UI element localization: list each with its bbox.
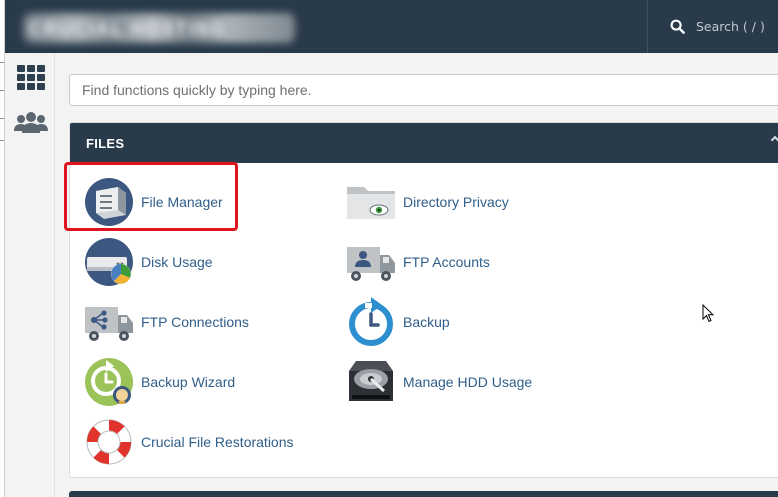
crucial-file-restorations-label: Crucial File Restorations [141, 434, 294, 450]
file-manager-link[interactable]: File Manager [84, 177, 223, 227]
ftp-connections-link[interactable]: FTP Connections [84, 297, 249, 347]
directory-privacy-label: Directory Privacy [403, 194, 509, 210]
directory-privacy-link[interactable]: Directory Privacy [346, 177, 509, 227]
crucial-file-restorations-link[interactable]: Crucial File Restorations [84, 417, 294, 467]
backup-link[interactable]: Backup [346, 297, 450, 347]
header-search[interactable]: Search ( / ) [647, 0, 778, 53]
ftp-accounts-icon [347, 247, 395, 281]
collapse-chevron-icon[interactable] [770, 135, 778, 145]
hdd-icon [349, 361, 393, 401]
ftp-accounts-link[interactable]: FTP Accounts [346, 237, 490, 287]
grid-icon[interactable] [16, 64, 46, 90]
ftp-connections-icon [85, 307, 133, 341]
disk-usage-label: Disk Usage [141, 254, 213, 270]
file-manager-icon [85, 178, 133, 226]
disk-usage-icon [85, 238, 133, 286]
backup-wizard-icon [85, 358, 133, 406]
files-panel-header[interactable]: FILES [70, 123, 778, 163]
users-icon[interactable] [13, 111, 49, 135]
header-search-label: Search ( / ) [696, 19, 765, 34]
backup-icon [349, 297, 393, 346]
sidebar [5, 53, 55, 497]
folder-eye-icon [347, 187, 395, 219]
top-bar: CRUCIAL HOSTING Search ( / ) [5, 0, 778, 53]
lifebuoy-icon [86, 419, 132, 465]
backup-label: Backup [403, 314, 450, 330]
function-search-input[interactable] [69, 74, 778, 106]
file-manager-label: File Manager [141, 194, 223, 210]
disk-usage-link[interactable]: Disk Usage [84, 237, 213, 287]
manage-hdd-usage-link[interactable]: Manage HDD Usage [346, 357, 532, 407]
search-icon [670, 19, 685, 34]
backup-wizard-label: Backup Wizard [141, 374, 236, 390]
mouse-cursor-icon [702, 304, 714, 323]
files-panel-title: FILES [86, 135, 125, 151]
next-panel-header[interactable] [69, 491, 778, 497]
ftp-connections-label: FTP Connections [141, 314, 249, 330]
manage-hdd-usage-label: Manage HDD Usage [403, 374, 533, 390]
ftp-accounts-label: FTP Accounts [403, 254, 490, 270]
files-panel: FILES File Manager Directory Privacy Dis… [69, 122, 778, 478]
blurred-logo[interactable]: CRUCIAL HOSTING [23, 13, 295, 43]
logo-text: CRUCIAL HOSTING [29, 19, 227, 39]
backup-wizard-link[interactable]: Backup Wizard [84, 357, 235, 407]
